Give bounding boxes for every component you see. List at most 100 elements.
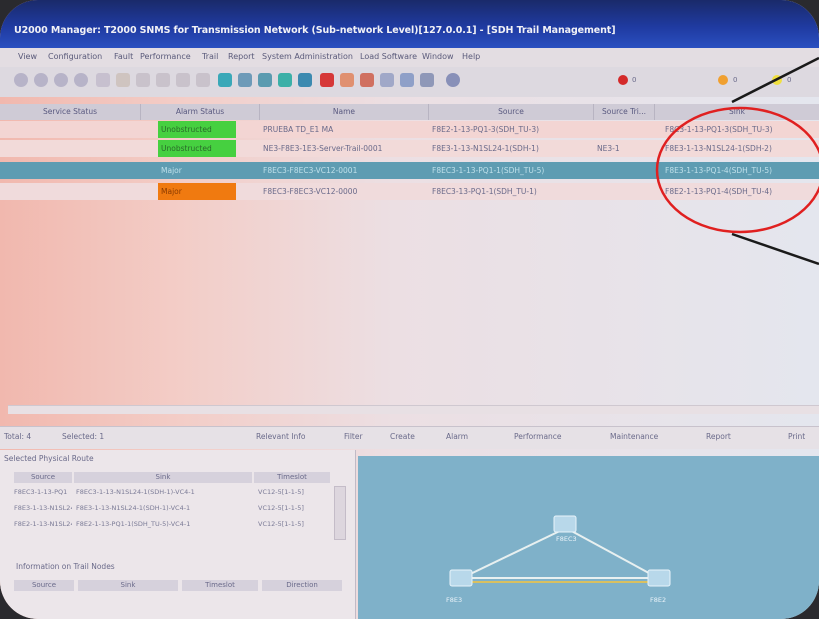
route-column-sink[interactable]: Sink <box>74 472 252 483</box>
total-count: Total: 4 <box>4 432 32 441</box>
menu-item-trail[interactable]: Trail <box>202 52 218 61</box>
monitor-icon[interactable] <box>238 73 252 87</box>
trail-search-icon[interactable] <box>258 73 272 87</box>
column-header-service-status[interactable]: Service Status <box>0 104 141 120</box>
nodes-column-source[interactable]: Source <box>14 580 74 591</box>
table-row[interactable]: Unobstructed NE3-F8E3-1E3-Server-Trail-0… <box>0 140 819 157</box>
nodes-column-sink[interactable]: Sink <box>78 580 178 591</box>
zoom-area-icon[interactable] <box>74 73 88 87</box>
help-icon[interactable] <box>446 73 460 87</box>
maintenance-button[interactable]: Maintenance <box>610 432 658 441</box>
report-icon[interactable] <box>298 73 312 87</box>
title-bar: U2000 Manager: T2000 SNMS for Transmissi… <box>0 0 819 48</box>
callout-line <box>731 232 819 266</box>
menu-item-fault[interactable]: Fault <box>114 52 133 61</box>
zoom-in-icon[interactable] <box>14 73 28 87</box>
network-view-icon[interactable] <box>218 73 232 87</box>
menu-item-configuration[interactable]: Configuration <box>48 52 102 61</box>
column-header-name[interactable]: Name <box>260 104 429 120</box>
menu-item-system-administration[interactable]: System Administration <box>262 52 353 61</box>
settings-icon[interactable] <box>96 73 110 87</box>
window-title: U2000 Manager: T2000 SNMS for Transmissi… <box>14 25 616 36</box>
route-cell: F8E3-1-13-N1SL24-1(SDH-1)-VC4-1 <box>76 504 191 512</box>
cell-source: F8E3-1-13-N1SL24-1(SDH-1) <box>432 144 539 153</box>
major-alarm-count: 0 <box>733 76 738 84</box>
print-button[interactable]: Print <box>788 432 805 441</box>
cell-alarm-status: Major <box>158 183 236 200</box>
cell-name: NE3-F8E3-1E3-Server-Trail-0001 <box>263 144 383 153</box>
cell-sink: F8E3-1-13-PQ1-4(SDH_TU-5) <box>665 166 773 175</box>
zoom-out-icon[interactable] <box>34 73 48 87</box>
zoom-fit-icon[interactable] <box>54 73 68 87</box>
alarm-button[interactable]: Alarm <box>446 432 468 441</box>
cell-sink: F8E3-1-13-N1SL24-1(SDH-2) <box>665 144 772 153</box>
tool-icon[interactable] <box>380 73 394 87</box>
cell-name: PRUEBA TD_E1 MA <box>263 125 334 134</box>
table-row-selected[interactable]: Major F8EC3-F8EC3-VC12-0001 F8EC3-1-13-P… <box>0 162 819 179</box>
column-header-sink[interactable]: Sink <box>655 104 819 120</box>
menu-item-report[interactable]: Report <box>228 52 255 61</box>
link-icon[interactable] <box>156 73 170 87</box>
create-button[interactable]: Create <box>390 432 415 441</box>
route-cell: VC12-5[1-1-5] <box>258 520 304 528</box>
major-alarm-indicator[interactable] <box>718 75 728 85</box>
filter-icon[interactable] <box>176 73 190 87</box>
column-header-alarm-status[interactable]: Alarm Status <box>141 104 260 120</box>
route-column-source[interactable]: Source <box>14 472 72 483</box>
topology-link[interactable] <box>461 527 567 579</box>
menu-item-performance[interactable]: Performance <box>140 52 191 61</box>
table-row[interactable]: Unobstructed PRUEBA TD_E1 MA F8E2-1-13-P… <box>0 121 819 138</box>
menu-item-load-software[interactable]: Load Software <box>360 52 417 61</box>
trail-nodes-title: Information on Trail Nodes <box>16 562 115 571</box>
route-cell: F8EC3-1-13-PQ1 <box>14 488 68 496</box>
alarm-log-icon[interactable] <box>340 73 354 87</box>
node-label: F8E2 <box>650 596 667 604</box>
ne-node-icon[interactable] <box>449 569 473 587</box>
route-cell: VC12-5[1-1-5] <box>258 488 304 496</box>
toolbar: 0 0 0 <box>0 67 819 97</box>
topology-svg <box>449 515 671 587</box>
critical-alarm-indicator[interactable] <box>618 75 628 85</box>
table-horizontal-scrollbar[interactable] <box>8 405 819 414</box>
report-button[interactable]: Report <box>706 432 731 441</box>
table-row[interactable]: Major F8EC3-F8EC3-VC12-0000 F8EC3-13-PQ1… <box>0 183 819 200</box>
alarm-browse-icon[interactable] <box>320 73 334 87</box>
nodes-column-timeslot[interactable]: Timeslot <box>182 580 258 591</box>
ne-explorer-icon[interactable] <box>136 73 150 87</box>
route-panel: Selected Physical Route Source Sink Time… <box>0 450 356 619</box>
trail-panel-toolbar: Total: 4 Selected: 1 Relevant Info Filte… <box>0 426 819 449</box>
cell-alarm-status: Major <box>161 166 182 175</box>
filter-button[interactable]: Filter <box>344 432 363 441</box>
minor-alarm-indicator[interactable] <box>772 75 782 85</box>
service-icon[interactable] <box>278 73 292 87</box>
info-icon[interactable] <box>116 73 130 87</box>
route-column-timeslot[interactable]: Timeslot <box>254 472 330 483</box>
cell-name: F8EC3-F8EC3-VC12-0000 <box>263 187 358 196</box>
log-icon[interactable] <box>360 73 374 87</box>
topology-view[interactable]: F8EC3 F8E3 F8E2 <box>358 456 819 619</box>
cell-service-status <box>0 121 140 138</box>
column-header-source[interactable]: Source <box>429 104 594 120</box>
performance-button[interactable]: Performance <box>514 432 562 441</box>
topology-icon[interactable] <box>196 73 210 87</box>
ne-node-icon[interactable] <box>647 569 671 587</box>
route-scrollbar[interactable] <box>334 486 346 540</box>
menu-item-help[interactable]: Help <box>462 52 480 61</box>
query-icon[interactable] <box>400 73 414 87</box>
cell-source-tri <box>594 162 654 179</box>
lock-icon[interactable] <box>420 73 434 87</box>
cell-sink: F8E2-1-13-PQ1-4(SDH_TU-4) <box>665 187 773 196</box>
route-cell: VC12-5[1-1-5] <box>258 504 304 512</box>
selected-count: Selected: 1 <box>62 432 105 441</box>
cell-alarm-status: Unobstructed <box>158 121 236 138</box>
menu-item-window[interactable]: Window <box>422 52 454 61</box>
topology-link[interactable] <box>565 527 659 579</box>
nodes-column-direction[interactable]: Direction <box>262 580 342 591</box>
cell-service-status <box>0 140 140 157</box>
relevant-info-button[interactable]: Relevant Info <box>256 432 306 441</box>
ne-node-icon[interactable] <box>553 515 577 533</box>
cell-alarm-status: Unobstructed <box>158 140 236 157</box>
cell-source-tri <box>594 121 654 138</box>
menu-item-view[interactable]: View <box>18 52 37 61</box>
column-header-source-tri[interactable]: Source Tri... <box>594 104 655 120</box>
